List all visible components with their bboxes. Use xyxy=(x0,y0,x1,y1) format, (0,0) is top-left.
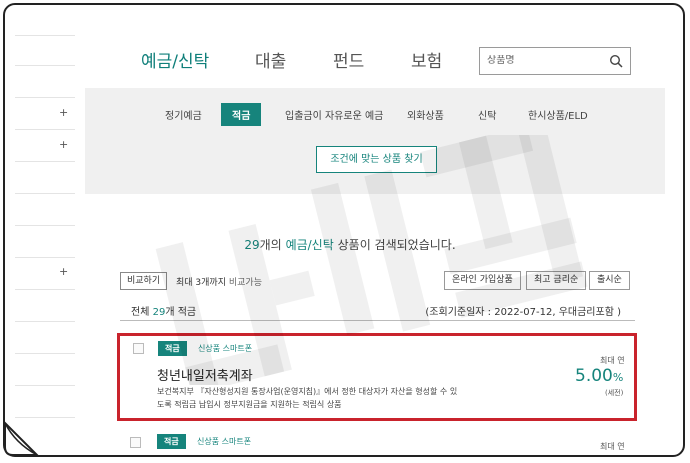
total-number: 29 xyxy=(152,307,166,318)
product-description: 보건복지부 『자산형성지원 통장사업(운영지침)』에서 정한 대상자가 자산을 … xyxy=(157,385,517,411)
search-icon[interactable] xyxy=(609,54,623,68)
left-sidebar: + + + xyxy=(15,5,75,455)
sidebar-divider xyxy=(15,225,75,226)
product-card[interactable]: 적금 신상품 스마트폰 청년내일저축계좌 보건복지부 『자산형성지원 통장사업(… xyxy=(117,333,637,421)
product-badge: 적금 xyxy=(157,434,186,449)
total-suffix: 개 적금 xyxy=(165,307,197,318)
filter-panel: 정기예금 적금 입출금이 자유로운 예금 외화상품 신탁 한시상품/ELD 조건… xyxy=(85,88,665,194)
rate-label: 최대 연 xyxy=(600,356,625,365)
product-description-line: 보건복지부 『자산형성지원 통장사업(운영지침)』에서 정한 대상자가 자산을 … xyxy=(157,387,458,396)
sidebar-divider xyxy=(15,97,75,98)
compare-note-available: 비교가능 xyxy=(228,278,262,288)
product-tags: 신상품 스마트폰 xyxy=(197,437,252,446)
result-summary: 29개의 예금/신탁 상품이 검색되었습니다. xyxy=(5,236,683,253)
count-bar: 전체 29개 적금 (조회기준일자 : 2022-07-12, 우대금리포함 ) xyxy=(120,297,635,321)
tab-insurance[interactable]: 보험 xyxy=(411,47,442,72)
sort-highest-rate-button[interactable]: 최고 금리순 xyxy=(526,271,587,290)
product-checkbox[interactable] xyxy=(133,343,144,354)
compare-note: 최대 3개까지 비교가능 xyxy=(176,275,262,288)
total-label: 전체 xyxy=(131,307,150,318)
product-search xyxy=(479,47,631,75)
sidebar-divider xyxy=(15,289,75,290)
sidebar-divider xyxy=(15,385,75,386)
product-description-line: 도록 적립금 납입시 정부지원금을 지원하는 적립식 상품 xyxy=(157,400,342,409)
subtab-limited-eld[interactable]: 한시상품/ELD xyxy=(528,107,588,122)
rate-number: 5.00 xyxy=(575,366,613,386)
sidebar-expand-icon[interactable]: + xyxy=(59,107,68,118)
sidebar-expand-icon[interactable]: + xyxy=(59,139,68,150)
product-badge: 적금 xyxy=(158,341,187,356)
subtab-trust[interactable]: 신탁 xyxy=(478,107,496,122)
rate-value: 5.00% xyxy=(575,366,623,386)
page-curl xyxy=(3,421,39,457)
sidebar-divider xyxy=(15,193,75,194)
screenshot-frame: + + + 예금/신탁 대출 펀드 보험 정기예금 적금 입출금이 자유로운 예… xyxy=(3,3,685,457)
rate-label: 최대 연 xyxy=(600,442,625,451)
rate-unit: % xyxy=(612,371,624,384)
sidebar-divider xyxy=(15,65,75,66)
result-message: 상품이 검색되었습니다. xyxy=(337,238,456,252)
result-count-suffix: 개의 xyxy=(259,238,282,252)
result-category: 예금/신탁 xyxy=(285,238,334,252)
inquiry-basis: (조회기준일자 : 2022-07-12, 우대금리포함 ) xyxy=(425,307,621,318)
product-name[interactable]: 청년내일저축계좌 xyxy=(157,365,253,384)
sidebar-divider xyxy=(15,257,75,258)
rate-note: (세전) xyxy=(605,389,624,397)
sidebar-expand-icon[interactable]: + xyxy=(59,266,68,277)
sidebar-divider xyxy=(15,129,75,130)
result-count: 29 xyxy=(244,238,260,252)
tab-deposit-trust[interactable]: 예금/신탁 xyxy=(141,47,209,72)
product-checkbox[interactable] xyxy=(130,437,141,448)
product-tags: 신상품 스마트폰 xyxy=(198,344,253,353)
search-input[interactable] xyxy=(487,55,597,66)
compare-note-limit: 최대 3개까지 xyxy=(176,278,226,288)
sidebar-divider xyxy=(15,161,75,162)
sidebar-divider xyxy=(15,35,75,36)
main-nav: 예금/신탁 대출 펀드 보험 xyxy=(133,47,473,77)
subtab-demand-deposit[interactable]: 입출금이 자유로운 예금 xyxy=(285,107,383,122)
compare-button[interactable]: 비교하기 xyxy=(120,272,168,290)
tab-fund[interactable]: 펀드 xyxy=(333,47,364,72)
sort-release-button[interactable]: 출시순 xyxy=(589,271,630,290)
sidebar-divider xyxy=(15,321,75,322)
tab-loan[interactable]: 대출 xyxy=(255,47,286,72)
sidebar-divider xyxy=(15,417,75,418)
sidebar-divider xyxy=(15,353,75,354)
subtab-foreign-currency[interactable]: 외화상품 xyxy=(407,107,444,122)
subtab-installment-savings[interactable]: 적금 xyxy=(221,103,262,126)
subtab-time-deposit[interactable]: 정기예금 xyxy=(165,107,202,122)
find-matching-products-button[interactable]: 조건에 맞는 상품 찾기 xyxy=(316,146,437,173)
product-card[interactable]: 적금 신상품 스마트폰 최대 연 xyxy=(117,429,637,455)
total-count: 전체 29개 적금 xyxy=(131,303,196,318)
sort-online-button[interactable]: 온라인 가입상품 xyxy=(444,271,521,290)
